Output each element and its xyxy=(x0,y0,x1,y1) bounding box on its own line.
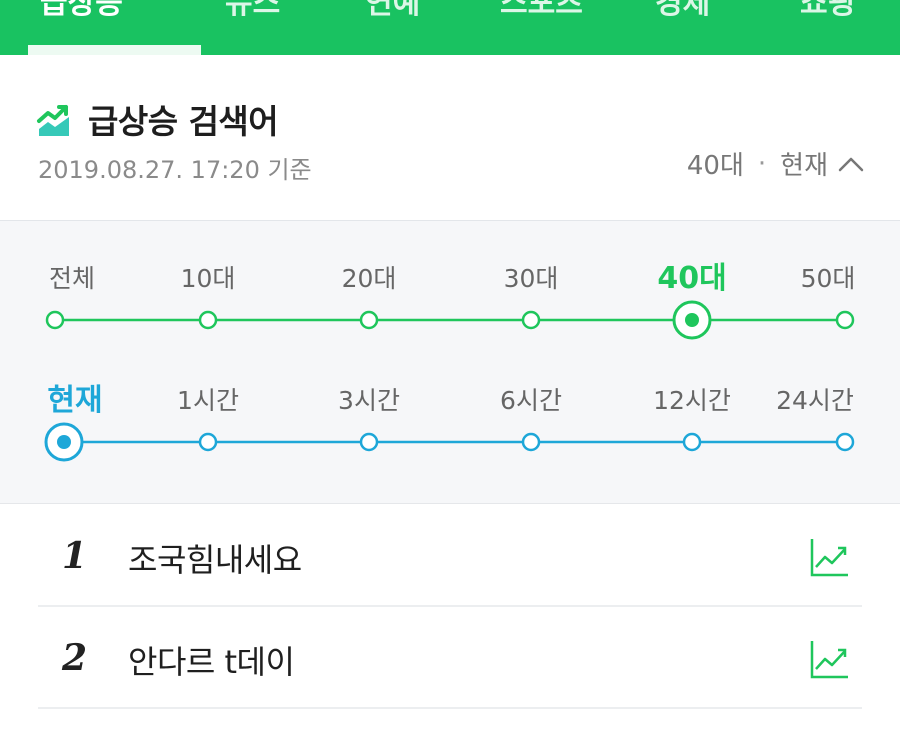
rank-number: 1 xyxy=(62,535,88,577)
tab-economy[interactable]: 경제 xyxy=(655,0,710,21)
time-slider-stop[interactable] xyxy=(359,432,379,452)
page-title: 급상승 검색어 xyxy=(88,102,279,141)
age-slider-stop[interactable] xyxy=(359,310,379,330)
time-slider-stop[interactable] xyxy=(682,432,702,452)
time-slider-thumb-dot xyxy=(57,435,71,449)
tab-sports[interactable]: 스포츠 xyxy=(500,0,583,21)
tab-shopping[interactable]: 쇼핑 xyxy=(800,0,855,21)
tab-rising[interactable]: 급상승 xyxy=(40,0,123,21)
age-slider[interactable] xyxy=(0,290,900,350)
age-slider-stop[interactable] xyxy=(835,310,855,330)
filter-time-label: 현재 xyxy=(780,151,828,181)
keyword-text[interactable]: 조국힘내세요 xyxy=(128,535,302,581)
filter-summary-toggle[interactable]: 40대 · 현재 xyxy=(687,145,864,182)
list-item[interactable]: 1 조국힘내세요 xyxy=(38,505,862,607)
trend-chart-icon[interactable] xyxy=(810,537,850,577)
rank-number: 2 xyxy=(62,637,88,679)
rising-keyword-list: 1 조국힘내세요 2 안다르 t데이 xyxy=(38,505,862,709)
filter-panel: 전체 10대 20대 30대 40대 50대 현재 1시간 3시간 6시간 12… xyxy=(0,221,900,504)
age-slider-stop[interactable] xyxy=(521,310,541,330)
age-slider-thumb-dot xyxy=(685,313,699,327)
rising-header: 급상승 검색어 2019.08.27. 17:20 기준 40대 · 현재 xyxy=(0,55,900,221)
trending-up-icon xyxy=(37,105,69,136)
trend-chart-icon[interactable] xyxy=(810,639,850,679)
filter-age-label: 40대 xyxy=(686,151,744,181)
chevron-up-icon xyxy=(838,157,864,171)
tab-news[interactable]: 뉴스 xyxy=(225,0,280,21)
age-slider-stop[interactable] xyxy=(198,310,218,330)
time-slider-stop[interactable] xyxy=(835,432,855,452)
timestamp: 2019.08.27. 17:20 기준 xyxy=(38,156,312,184)
time-slider-stop[interactable] xyxy=(521,432,541,452)
list-item[interactable]: 2 안다르 t데이 xyxy=(38,607,862,709)
top-nav: 급상승 뉴스 연예 스포츠 경제 쇼핑 xyxy=(0,0,900,55)
keyword-text[interactable]: 안다르 t데이 xyxy=(128,637,295,683)
separator-dot: · xyxy=(757,148,767,179)
active-tab-indicator xyxy=(28,45,201,55)
tab-entertainment[interactable]: 연예 xyxy=(365,0,420,21)
time-slider-stop[interactable] xyxy=(198,432,218,452)
age-slider-stop[interactable] xyxy=(45,310,65,330)
time-slider[interactable] xyxy=(0,412,900,472)
